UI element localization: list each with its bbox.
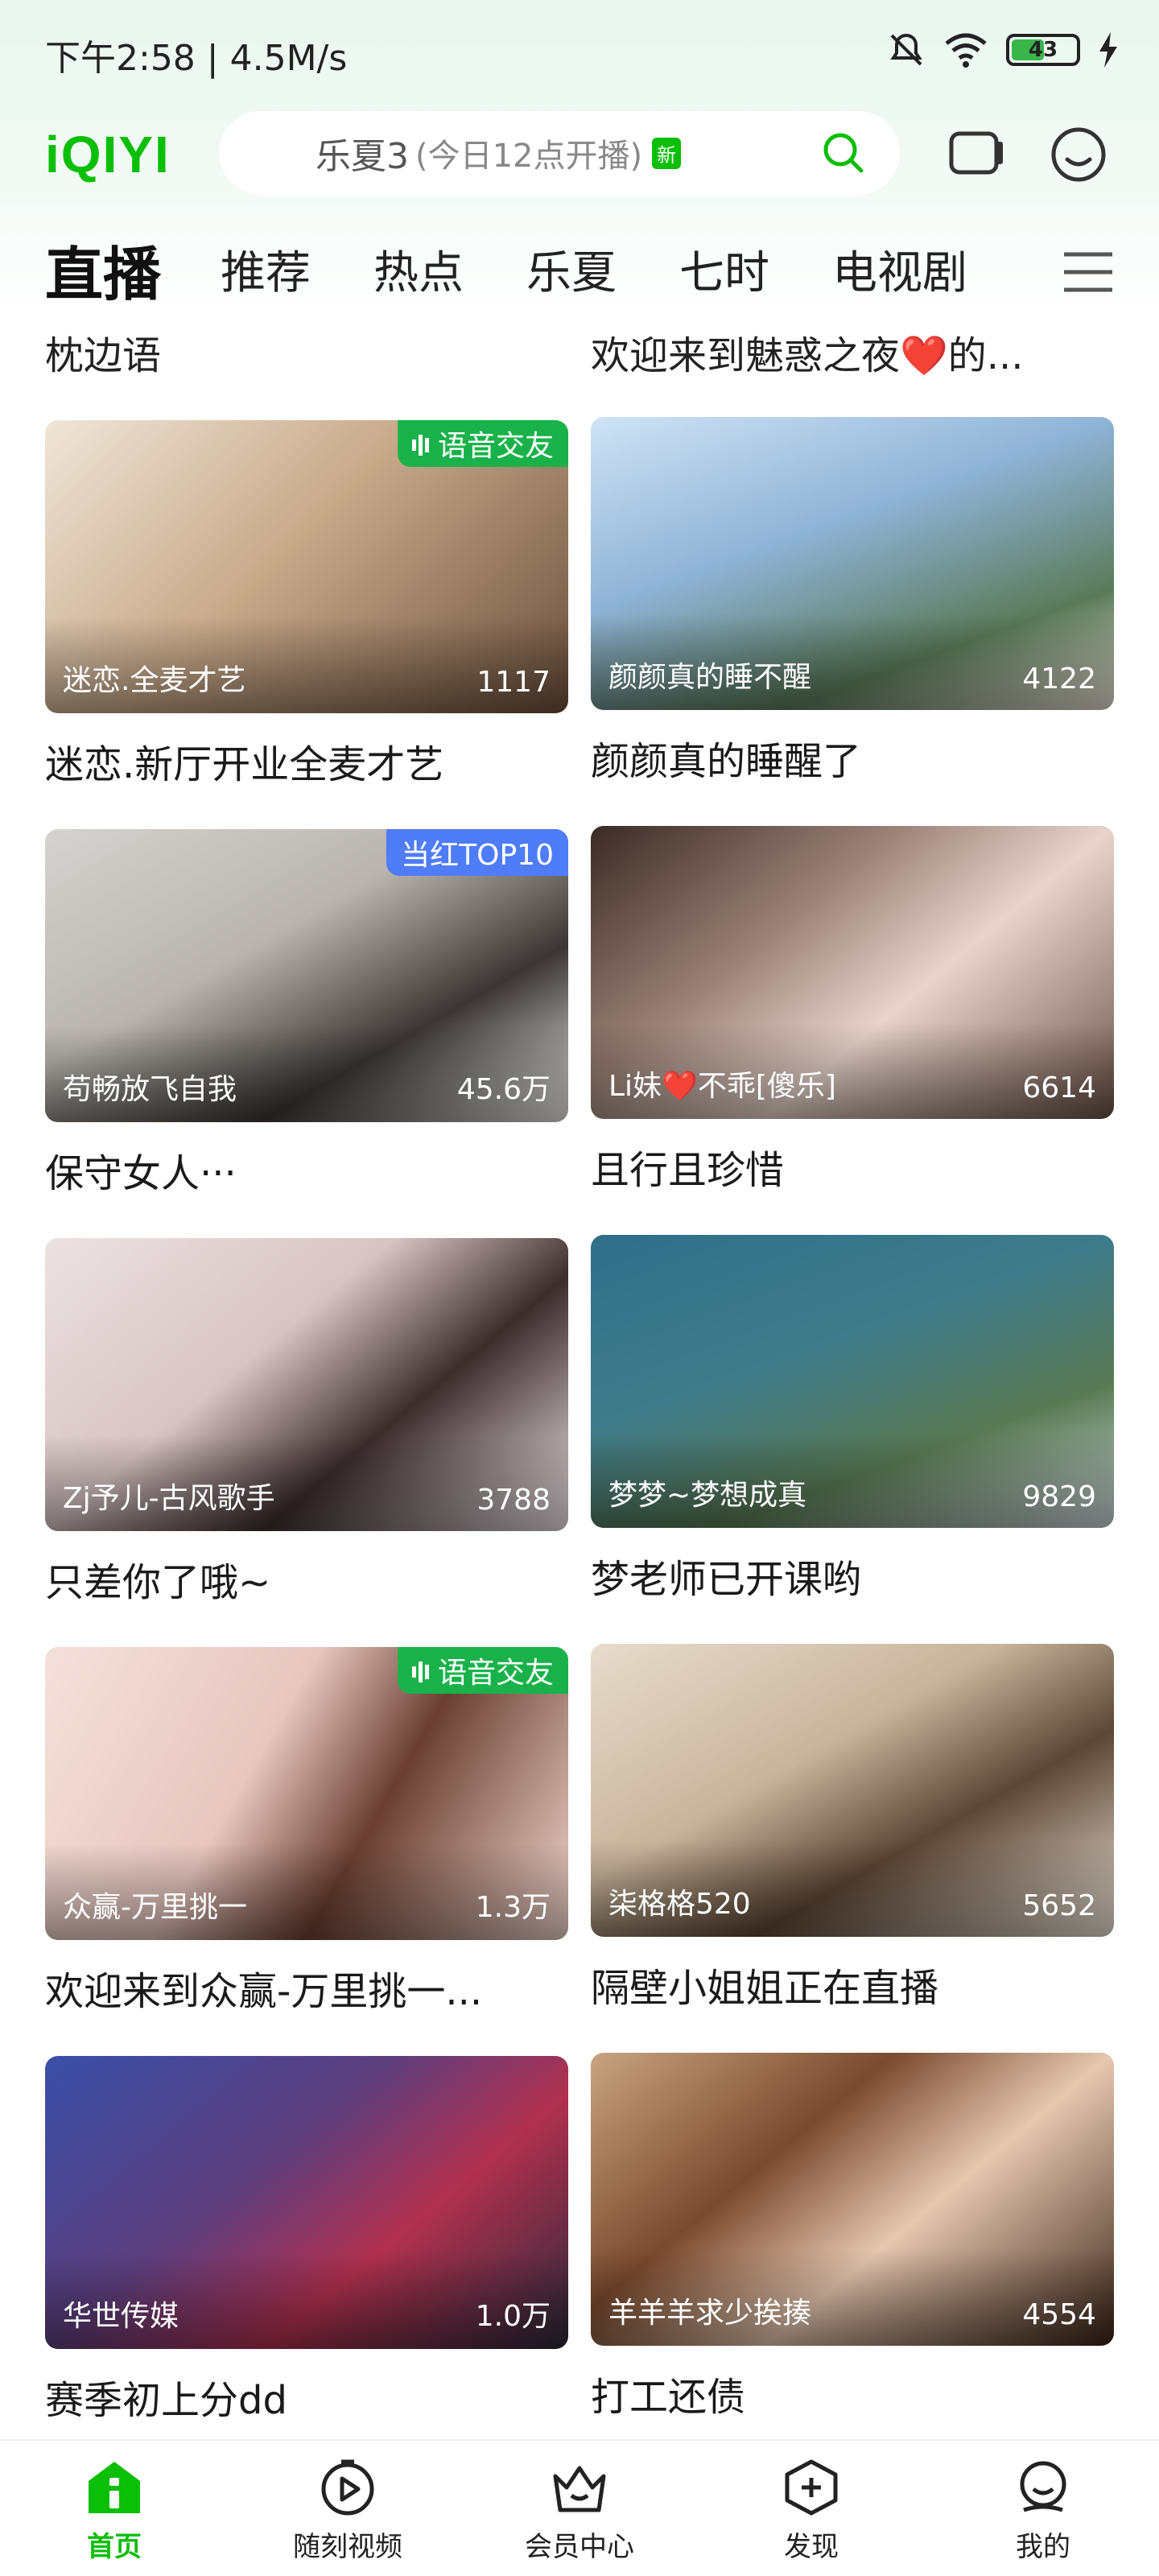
battery-indicator: 43: [1006, 34, 1080, 66]
partial-card-title[interactable]: 欢迎来到魅惑之夜❤️的...: [591, 324, 1024, 380]
card-thumbnail[interactable]: 梦梦~梦想成真 9829: [591, 1235, 1114, 1528]
charging-icon: [1099, 32, 1117, 68]
card-thumbnail[interactable]: 华世传媒 1.0万: [45, 2056, 568, 2349]
home-icon: [89, 2462, 140, 2513]
card-title[interactable]: 打工还债: [591, 2365, 1114, 2421]
card-title[interactable]: 颜颜真的睡醒了: [591, 729, 1114, 786]
tab-hot[interactable]: 热点: [373, 237, 464, 302]
viewer-count: 5652: [1022, 1889, 1096, 1922]
live-card[interactable]: 颜颜真的睡不醒 4122 颜颜真的睡醒了: [591, 417, 1114, 786]
live-card[interactable]: 语音交友 众赢-万里挑一 1.3万 欢迎来到众赢-万里挑一...: [45, 1647, 568, 2016]
card-thumbnail[interactable]: 语音交友 迷恋.全麦才艺 1117: [45, 420, 568, 713]
wifi-icon: [945, 33, 987, 68]
streamer-name: 华世传媒: [63, 2300, 179, 2333]
voice-wave-icon: [411, 1654, 431, 1687]
nav-label: 会员中心: [525, 2531, 634, 2563]
live-feed: 枕边语 欢迎来到魅惑之夜❤️的... 语音交友 迷恋.全麦才艺 1117 迷恋.…: [0, 314, 1159, 2439]
live-card[interactable]: 梦梦~梦想成真 9829 梦老师已开课哟: [591, 1235, 1114, 1604]
partial-card-title[interactable]: 枕边语: [45, 324, 161, 380]
live-card[interactable]: 语音交友 迷恋.全麦才艺 1117 迷恋.新厅开业全麦才艺: [45, 420, 568, 789]
card-title[interactable]: 梦老师已开课哟: [591, 1547, 1114, 1604]
streamer-name: 梦梦~梦想成真: [608, 1479, 807, 1512]
iqiyi-logo[interactable]: iQIYI: [45, 125, 171, 184]
card-thumbnail[interactable]: 颜颜真的睡不醒 4122: [591, 417, 1114, 710]
card-title[interactable]: 保守女人···: [45, 1141, 568, 1198]
streamer-name: 柒格格520: [608, 1888, 751, 1921]
me-face-icon: [1020, 2461, 1066, 2512]
discover-plus-icon: [785, 2459, 838, 2516]
search-icon[interactable]: [821, 130, 866, 175]
mute-bell-icon: [890, 33, 922, 66]
top-ranking-tag: 当红TOP10: [386, 829, 568, 876]
viewer-count: 45.6万: [456, 1073, 551, 1106]
nav-discover[interactable]: 发现: [731, 2457, 892, 2564]
viewer-count: 4554: [1022, 2298, 1096, 2331]
nav-home[interactable]: 首页: [34, 2457, 195, 2564]
viewer-count: 6614: [1022, 1071, 1096, 1104]
voice-chat-tag: 语音交友: [397, 1647, 568, 1694]
streamer-name: 羊羊羊求少挨揍: [608, 2297, 812, 2330]
card-thumbnail[interactable]: Li妹❤️不乖[傻乐] 6614: [591, 826, 1114, 1119]
card-title[interactable]: 迷恋.新厅开业全麦才艺: [45, 733, 568, 789]
live-card[interactable]: 当红TOP10 苟畅放飞自我 45.6万 保守女人···: [45, 829, 568, 1198]
profile-icon[interactable]: [1050, 126, 1107, 184]
viewer-count: 4122: [1022, 663, 1096, 696]
card-title[interactable]: 隔壁小姐姐正在直播: [591, 1956, 1114, 2013]
nav-me[interactable]: 我的: [963, 2457, 1124, 2564]
tab-recommend[interactable]: 推荐: [221, 237, 311, 302]
card-thumbnail[interactable]: 当红TOP10 苟畅放飞自我 45.6万: [45, 829, 568, 1122]
menu-icon[interactable]: [1062, 248, 1114, 296]
card-thumbnail[interactable]: 语音交友 众赢-万里挑一 1.3万: [45, 1647, 568, 1940]
card-title[interactable]: 赛季初上分dd: [45, 2368, 568, 2425]
crown-icon: [553, 2466, 606, 2512]
search-bar[interactable]: 乐夏3 (今日12点开播) 新: [219, 111, 900, 195]
status-time: 下午2:58 | 4.5M/s: [45, 38, 348, 79]
nav-short-video[interactable]: 随刻视频: [267, 2457, 428, 2564]
card-title[interactable]: 欢迎来到众赢-万里挑一...: [45, 1959, 568, 2016]
status-icons: 43: [887, 31, 1119, 69]
streamer-name: 苟畅放飞自我: [63, 1073, 237, 1106]
voice-wave-icon: [411, 427, 431, 460]
streamer-name: Li妹❤️不乖[傻乐]: [608, 1070, 836, 1103]
tab-seven-oclock[interactable]: 七时: [679, 237, 769, 302]
tab-tv-series[interactable]: 电视剧: [832, 237, 967, 302]
nav-vip-center[interactable]: 会员中心: [499, 2457, 660, 2564]
category-tabs: 直播 推荐 热点 乐夏 七时 电视剧: [0, 225, 1159, 314]
camera-icon[interactable]: [948, 127, 1006, 179]
battery-level: 43: [1028, 38, 1058, 62]
search-placeholder-sub: (今日12点开播): [415, 138, 643, 175]
viewer-count: 3788: [476, 1484, 551, 1517]
live-card[interactable]: 华世传媒 1.0万 赛季初上分dd: [45, 2056, 568, 2425]
nav-label: 首页: [87, 2531, 142, 2563]
live-card[interactable]: Zj予儿-古风歌手 3788 只差你了哦~: [45, 1238, 568, 1607]
card-thumbnail[interactable]: 柒格格520 5652: [591, 1644, 1114, 1937]
nav-label: 发现: [784, 2531, 839, 2563]
tab-music-summer[interactable]: 乐夏: [526, 237, 617, 302]
new-badge: 新: [652, 137, 682, 169]
nav-label: 我的: [1016, 2531, 1070, 2563]
live-card[interactable]: 柒格格520 5652 隔壁小姐姐正在直播: [591, 1644, 1114, 2013]
streamer-name: Zj予儿-古风歌手: [63, 1482, 275, 1515]
streamer-name: 众赢-万里挑一: [63, 1891, 247, 1924]
play-circle-icon: [321, 2459, 374, 2516]
card-thumbnail[interactable]: Zj予儿-古风歌手 3788: [45, 1238, 568, 1531]
bottom-navigation: 首页 随刻视频 会员中心 发现 我的: [0, 2439, 1159, 2576]
card-title[interactable]: 只差你了哦~: [45, 1550, 568, 1607]
viewer-count: 9829: [1022, 1480, 1096, 1513]
status-bar: 下午2:58 | 4.5M/s 43: [0, 0, 1159, 105]
viewer-count: 1.0万: [475, 2300, 551, 2333]
search-placeholder-main: 乐夏3: [316, 136, 409, 177]
streamer-name: 迷恋.全麦才艺: [63, 664, 246, 697]
live-card[interactable]: Li妹❤️不乖[傻乐] 6614 且行且珍惜: [591, 826, 1114, 1195]
nav-label: 随刻视频: [293, 2531, 402, 2563]
app-header: iQIYI 乐夏3 (今日12点开播) 新: [0, 105, 1159, 201]
streamer-name: 颜颜真的睡不醒: [608, 661, 812, 694]
live-card[interactable]: 羊羊羊求少挨揍 4554 打工还债: [591, 2053, 1114, 2421]
viewer-count: 1117: [476, 666, 551, 699]
viewer-count: 1.3万: [475, 1891, 551, 1924]
card-thumbnail[interactable]: 羊羊羊求少挨揍 4554: [591, 2053, 1114, 2346]
tab-live[interactable]: 直播: [45, 227, 161, 312]
card-title[interactable]: 且行且珍惜: [591, 1138, 1114, 1195]
voice-chat-tag: 语音交友: [397, 420, 568, 467]
